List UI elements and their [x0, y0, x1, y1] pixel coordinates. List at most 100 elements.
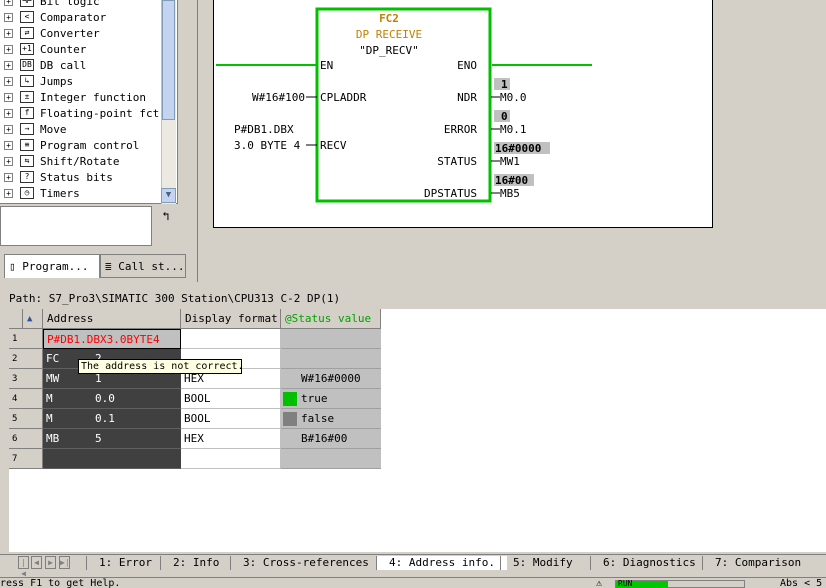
tree-item-label: Move	[40, 123, 67, 136]
status-value-cell: W#16#0000	[281, 369, 381, 389]
row-number[interactable]: 6	[9, 429, 43, 449]
error-operand[interactable]: M0.1	[500, 123, 527, 136]
tree-item[interactable]: + f Floating-point fct.	[0, 106, 177, 122]
tree-item[interactable]: + → Move	[0, 122, 177, 138]
expand-icon[interactable]: +	[4, 157, 13, 166]
display-format-cell[interactable]: BOOL	[181, 409, 281, 429]
tree-item[interactable]: + ↳ Jumps	[0, 74, 177, 90]
expand-icon[interactable]: +	[4, 45, 13, 54]
address-info-table: ▲ Address Display format @Status value 1 P#DB…	[9, 309, 826, 552]
status-operand[interactable]: MW1	[500, 155, 520, 168]
tab-program-elements[interactable]: ▯ Program...	[4, 254, 100, 278]
status-mode: Abs < 5	[780, 578, 823, 588]
tab-bottom[interactable]: 7: Comparison	[702, 556, 813, 570]
tree-item[interactable]: + ± Integer function	[0, 90, 177, 106]
format-column-header[interactable]: Display format	[181, 309, 281, 329]
tree-item[interactable]: + ◷ Timers	[0, 186, 177, 202]
program-control-icon: ≡	[20, 139, 34, 151]
address-offset: 0.0	[95, 392, 115, 405]
cpladdr-value[interactable]: W#16#100	[252, 91, 305, 104]
recv-value-line1[interactable]: P#DB1.DBX	[234, 123, 294, 136]
tree-item-label: Jumps	[40, 75, 74, 88]
lad-svg: FC2 DP RECEIVE "DP_RECV" EN CPLADDR RECV…	[216, 7, 592, 203]
tree-item-label: Timers	[40, 187, 80, 200]
expand-icon[interactable]: +	[4, 141, 13, 150]
row-number[interactable]: 1	[9, 329, 43, 349]
prev-tab-icon[interactable]: ◀	[31, 556, 42, 569]
row-number[interactable]: 7	[9, 449, 43, 469]
expand-icon[interactable]: +	[4, 13, 13, 22]
jump-icon[interactable]: ↰	[156, 206, 176, 226]
dpstatus-operand[interactable]: MB5	[500, 187, 520, 200]
tab-bottom[interactable]: 4: Address info.	[376, 556, 507, 570]
shift-rotate-icon: ⇆	[20, 155, 34, 167]
expand-icon[interactable]: +	[4, 125, 13, 134]
path-bar: Path: S7_Pro3\SIMATIC 300 Station\CPU313…	[9, 292, 341, 305]
last-tab-icon[interactable]: ▶|	[59, 556, 70, 569]
expand-icon[interactable]: +	[4, 61, 13, 70]
row-number[interactable]: 2	[9, 349, 43, 369]
block-number: FC2	[379, 12, 399, 25]
ndr-operand[interactable]: M0.0	[500, 91, 527, 104]
block-name: DP RECEIVE	[356, 28, 422, 41]
tree-item[interactable]: +? Status bits	[0, 170, 177, 186]
tree-item-label: Counter	[40, 43, 87, 56]
expand-icon[interactable]: +	[4, 29, 13, 38]
address-cell[interactable]	[43, 449, 181, 469]
cpu-run-label: RUN	[618, 579, 633, 588]
status-value-text: W#16#0000	[301, 372, 361, 385]
expand-icon[interactable]: +	[4, 109, 13, 118]
tab-call-structure-label: Call st...	[118, 260, 185, 273]
expand-icon[interactable]: +	[4, 189, 13, 198]
row-number[interactable]: 5	[9, 409, 43, 429]
recv-value-line2[interactable]: 3.0 BYTE 4	[234, 139, 301, 152]
tab-bottom[interactable]: 6: Diagnostics	[590, 556, 708, 570]
pin-eno: ENO	[457, 59, 477, 72]
status-value-cell: false	[281, 409, 381, 429]
tree-item-label: Comparator	[40, 11, 107, 24]
tab-bottom[interactable]: 3: Cross-references	[230, 556, 381, 570]
tab-bottom[interactable]: 5: Modify	[500, 556, 585, 570]
address-cell[interactable]: P#DB1.DBX3.0BYTE4	[43, 329, 181, 349]
status-value-cell: true	[281, 389, 381, 409]
ndr-status-value: 1	[501, 78, 508, 91]
first-tab-icon[interactable]: |◀	[18, 556, 29, 578]
tree-item-label: Converter	[40, 27, 100, 40]
block-symbol: "DP_RECV"	[359, 44, 419, 57]
tab-bottom[interactable]: 1: Error	[86, 556, 164, 570]
tab-call-structure[interactable]: ≣ Call st...	[100, 254, 186, 278]
tree-item[interactable]: + < Comparator	[0, 10, 177, 26]
address-cell[interactable]: M 0.1	[43, 409, 181, 429]
tree-item[interactable]: + ⊣⊢ Bit logic	[0, 0, 177, 10]
status-status-value: 16#0000	[495, 142, 541, 155]
tree-item[interactable]: + DB DB call	[0, 58, 177, 74]
expand-icon[interactable]: +	[4, 77, 13, 86]
display-format-cell[interactable]	[181, 449, 281, 469]
address-area: MB	[46, 432, 60, 445]
next-tab-icon[interactable]: ▶	[45, 556, 56, 569]
move-icon: →	[20, 123, 34, 135]
row-number[interactable]: 4	[9, 389, 43, 409]
display-format-cell[interactable]: BOOL	[181, 389, 281, 409]
status-column-header[interactable]: @Status value	[281, 309, 381, 329]
tree-item[interactable]: + ⇆ Shift/Rotate	[0, 154, 177, 170]
expand-icon[interactable]: +	[4, 93, 13, 102]
vertical-splitter[interactable]	[194, 0, 198, 282]
tree-item[interactable]: + ≡ Program control	[0, 138, 177, 154]
display-format-cell[interactable]	[181, 329, 281, 349]
scroll-down-icon[interactable]: ▼	[161, 188, 176, 203]
status-value-cell: B#16#00	[281, 429, 381, 449]
address-column-header[interactable]: Address	[43, 309, 181, 329]
display-format-cell[interactable]: HEX	[181, 429, 281, 449]
tab-bottom[interactable]: 2: Info	[160, 556, 231, 570]
row-number[interactable]: 3	[9, 369, 43, 389]
bit-logic-icon: ⊣⊢	[20, 0, 34, 7]
tree-item[interactable]: + ⇄ Converter	[0, 26, 177, 42]
expand-icon[interactable]: +	[4, 173, 13, 182]
tree-item[interactable]: + +1 Counter	[0, 42, 177, 58]
address-cell[interactable]: MB 5	[43, 429, 181, 449]
tree-scrollbar-thumb[interactable]	[162, 0, 175, 120]
expand-icon[interactable]: +	[4, 0, 13, 6]
address-cell[interactable]: M 0.0	[43, 389, 181, 409]
call-structure-icon: ≣	[105, 260, 112, 273]
